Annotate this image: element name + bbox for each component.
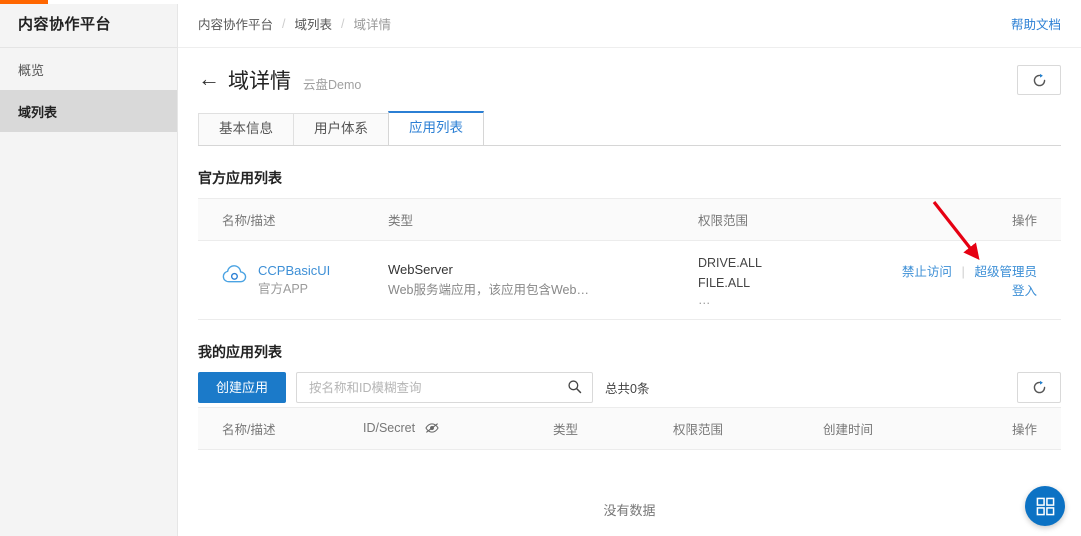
top-progress-bar — [0, 0, 48, 4]
tab-user-system[interactable]: 用户体系 — [293, 113, 389, 145]
search-icon[interactable] — [567, 379, 582, 397]
official-apps-title: 官方应用列表 — [198, 170, 282, 186]
breadcrumb: 内容协作平台 / 域列表 / 域详情 — [198, 14, 391, 33]
sidebar-item-overview[interactable]: 概览 — [0, 48, 177, 90]
back-arrow-icon[interactable]: ← — [198, 68, 220, 90]
empty-state-text: 没有数据 — [603, 503, 656, 518]
col-scope: 权限范围 — [698, 198, 898, 241]
my-apps-head: 名称/描述 ID/Secret 类型 权限范围 创建时间 操作 — [198, 407, 1061, 450]
breadcrumb-row: 内容协作平台 / 域列表 / 域详情 帮助文档 — [178, 0, 1081, 48]
breadcrumb-separator: / — [341, 16, 345, 31]
col-id-secret-label: ID/Secret — [363, 420, 416, 435]
app-type-desc: Web服务端应用，该应用包含Web… — [388, 283, 589, 297]
tab-label: 基本信息 — [219, 121, 273, 136]
tab-app-list[interactable]: 应用列表 — [388, 111, 484, 145]
app-desc: 官方APP — [258, 282, 309, 296]
sidebar-item-domain-list[interactable]: 域列表 — [0, 90, 177, 132]
my-apps-table: 名称/描述 ID/Secret 类型 权限范围 创建时间 操作 — [198, 407, 1061, 450]
sidebar-item-label: 概览 — [18, 62, 45, 78]
breadcrumb-item-domain-detail: 域详情 — [353, 18, 392, 32]
eye-slash-icon[interactable] — [424, 422, 439, 437]
brand-title: 内容协作平台 — [0, 0, 177, 48]
my-apps-refresh-button[interactable] — [1017, 372, 1061, 403]
tab-label: 应用列表 — [409, 120, 463, 135]
sidebar: 内容协作平台 概览 域列表 — [0, 0, 178, 536]
help-doc-link[interactable]: 帮助文档 — [1011, 14, 1061, 33]
col-create-time: 创建时间 — [823, 407, 993, 450]
col-scope: 权限范围 — [673, 407, 823, 450]
breadcrumb-item-domain-list[interactable]: 域列表 — [295, 14, 333, 33]
scope-more: … — [698, 293, 712, 307]
tab-label: 用户体系 — [314, 121, 368, 136]
col-type: 类型 — [553, 407, 673, 450]
total-count-label: 总共0条 — [605, 382, 650, 396]
breadcrumb-separator: / — [282, 16, 286, 31]
cell-scope: DRIVE.ALL FILE.ALL … — [698, 240, 898, 320]
cell-name-desc: CCPBasicUI 官方APP — [198, 240, 388, 320]
official-apps-table: 名称/描述 类型 权限范围 操作 CCPBasicUI 官方APP WebSer… — [198, 198, 1061, 320]
sidebar-item-label: 域列表 — [18, 104, 58, 120]
official-apps-body: CCPBasicUI 官方APP WebServer Web服务端应用，该应用包… — [198, 240, 1061, 320]
top-progress-track — [0, 0, 1081, 4]
app-name[interactable]: CCPBasicUI — [258, 262, 330, 280]
col-operation: 操作 — [993, 407, 1061, 450]
breadcrumb-item-platform[interactable]: 内容协作平台 — [198, 14, 273, 33]
tab-basic-info[interactable]: 基本信息 — [198, 113, 294, 145]
search-input[interactable] — [307, 379, 568, 396]
col-name-desc: 名称/描述 — [198, 407, 363, 450]
page-header: ← 域详情 云盘Demo — [198, 48, 1061, 106]
app-text-block: CCPBasicUI 官方APP — [258, 262, 330, 298]
cell-operation: 禁止访问 | 超级管理员登入 — [898, 240, 1061, 320]
col-id-secret: ID/Secret — [363, 407, 553, 450]
table-header-row: 名称/描述 ID/Secret 类型 权限范围 创建时间 操作 — [198, 407, 1061, 450]
cell-type: WebServer Web服务端应用，该应用包含Web… — [388, 240, 698, 320]
page-body: ← 域详情 云盘Demo 基本信息 用户体系 应用列表 官方应用列表 名称/描述… — [178, 48, 1081, 536]
table-row: CCPBasicUI 官方APP WebServer Web服务端应用，该应用包… — [198, 240, 1061, 320]
action-separator: | — [961, 264, 965, 279]
col-type: 类型 — [388, 198, 698, 241]
app-identity: CCPBasicUI 官方APP — [222, 262, 388, 298]
scope-item: DRIVE.ALL — [698, 256, 762, 270]
page-title: 域详情 — [228, 70, 291, 93]
refresh-icon — [1033, 73, 1045, 86]
cloud-icon — [222, 262, 248, 287]
apps-grid-icon — [1036, 497, 1054, 515]
content-area: 内容协作平台 / 域列表 / 域详情 帮助文档 ← 域详情 云盘Demo 基本信… — [178, 0, 1081, 536]
page-subtitle: 云盘Demo — [303, 77, 362, 92]
deny-access-link[interactable]: 禁止访问 — [902, 265, 952, 279]
official-apps-head: 名称/描述 类型 权限范围 操作 — [198, 198, 1061, 241]
create-app-button[interactable]: 创建应用 — [198, 372, 287, 403]
my-apps-toolbar: 创建应用 总共0条 — [198, 372, 1061, 403]
app-type: WebServer — [388, 262, 453, 277]
app-root: 内容协作平台 概览 域列表 内容协作平台 / 域列表 / 域详情 帮助文档 ← … — [0, 0, 1081, 536]
col-operation: 操作 — [898, 198, 1061, 241]
table-header-row: 名称/描述 类型 权限范围 操作 — [198, 198, 1061, 241]
search-box[interactable] — [296, 372, 594, 403]
header-refresh-button[interactable] — [1017, 65, 1061, 95]
col-name-desc: 名称/描述 — [198, 198, 388, 241]
refresh-icon — [1033, 380, 1045, 394]
super-admin-login-link[interactable]: 超级管理员登入 — [974, 265, 1037, 298]
scope-item: FILE.ALL — [698, 276, 751, 290]
apps-fab-button[interactable] — [1025, 486, 1065, 526]
tab-bar: 基本信息 用户体系 应用列表 — [198, 111, 1061, 146]
my-apps-title: 我的应用列表 — [198, 344, 282, 360]
